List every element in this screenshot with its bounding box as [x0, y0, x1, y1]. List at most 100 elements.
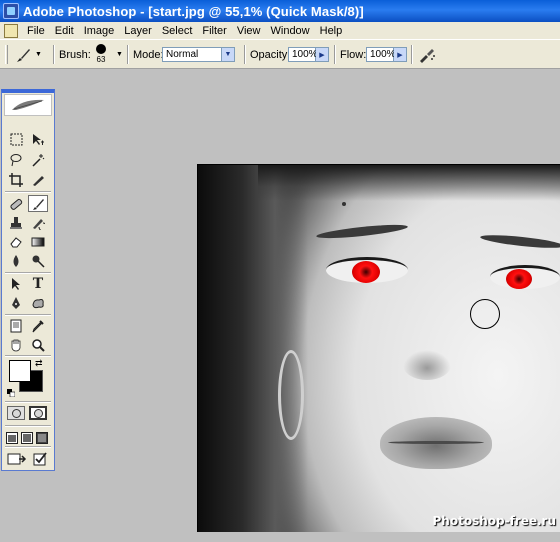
flow-label: Flow:: [340, 48, 367, 61]
eyedropper-tool-icon[interactable]: [28, 317, 48, 334]
full-screen-menu-mode-icon[interactable]: [20, 429, 34, 446]
watermark: Photoshop-free.ru: [432, 514, 557, 528]
brush-size: 63: [96, 55, 106, 64]
menu-view[interactable]: View: [232, 25, 266, 37]
photo-right-eyebrow: [479, 232, 560, 251]
feather-icon: [12, 99, 44, 110]
menu-select[interactable]: Select: [157, 25, 198, 37]
separator: [127, 45, 129, 64]
title-bar: Adobe Photoshop - [start.jpg @ 55,1% (Qu…: [0, 0, 560, 22]
zoom-tool-icon[interactable]: [28, 336, 48, 353]
mode-select[interactable]: Normal ▼: [162, 40, 235, 69]
red-iris-left: [352, 261, 380, 283]
type-tool-icon[interactable]: T: [28, 275, 48, 292]
flow-value[interactable]: 100%: [366, 47, 396, 62]
history-brush-tool-icon[interactable]: [28, 214, 48, 231]
options-bar-grip[interactable]: [5, 45, 8, 64]
window-title: Adobe Photoshop - [start.jpg @ 55,1% (Qu…: [23, 3, 364, 19]
photo-mole: [342, 202, 346, 206]
document-icon[interactable]: [4, 23, 18, 38]
chevron-right-icon[interactable]: ▶: [316, 47, 329, 62]
magic-wand-tool-icon[interactable]: [28, 151, 48, 168]
toolbox-separator: [5, 355, 51, 357]
separator: [334, 45, 336, 64]
hand-tool-icon[interactable]: [6, 336, 26, 353]
menu-window[interactable]: Window: [266, 25, 315, 37]
foreground-color-swatch[interactable]: [9, 360, 31, 382]
brush-picker-arrow[interactable]: ▼: [114, 40, 123, 69]
menu-image[interactable]: Image: [79, 25, 120, 37]
brush-preset-picker[interactable]: 63: [92, 43, 110, 67]
toolbox-separator: [5, 446, 51, 448]
clone-stamp-tool-icon[interactable]: [6, 214, 26, 231]
toolbox-separator: [5, 272, 51, 274]
brush-cursor: [470, 299, 500, 329]
menu-edit[interactable]: Edit: [50, 25, 79, 37]
standard-screen-mode-icon[interactable]: [5, 429, 19, 446]
opacity-value[interactable]: 100%: [288, 47, 318, 62]
standard-mode-button[interactable]: [7, 406, 25, 420]
move-tool-icon[interactable]: [28, 131, 48, 148]
chevron-down-icon: ▼: [35, 51, 42, 58]
brush-tip-icon: [96, 44, 106, 54]
mode-label: Mode:: [133, 48, 164, 61]
menu-help[interactable]: Help: [315, 25, 348, 37]
adobe-online-button[interactable]: [4, 94, 52, 116]
crop-tool-icon[interactable]: [6, 171, 26, 188]
photo-hair-top: [258, 165, 560, 201]
pen-tool-icon[interactable]: [6, 294, 26, 311]
photo-hair-left: [198, 165, 308, 532]
lasso-tool-icon[interactable]: [6, 151, 26, 168]
photo-left-eye: [326, 257, 408, 283]
separator: [53, 45, 55, 64]
eraser-tool-icon[interactable]: [6, 233, 26, 250]
separator: [244, 45, 246, 64]
dodge-tool-icon[interactable]: [28, 252, 48, 269]
standard-mode-icon: [11, 408, 21, 418]
photo-right-eye: [490, 265, 560, 289]
toolbox-separator: [5, 191, 51, 193]
photo-left-eyebrow: [315, 222, 409, 241]
photo-lip-line: [388, 441, 484, 444]
toolbox-separator: [5, 401, 51, 403]
photo-earring: [278, 350, 304, 440]
toolbox-separator: [5, 314, 51, 316]
photo-nose: [403, 350, 451, 380]
menu-bar: File Edit Image Layer Select Filter View…: [0, 22, 560, 39]
menu-layer[interactable]: Layer: [119, 25, 157, 37]
gradient-tool-icon[interactable]: [28, 233, 48, 250]
opacity-field[interactable]: 100% ▶: [288, 40, 329, 69]
default-colors-icon[interactable]: [7, 388, 16, 398]
quick-mask-mode-button[interactable]: [29, 406, 47, 420]
separator: [411, 45, 413, 64]
blur-tool-icon[interactable]: [6, 252, 26, 269]
tool-preset-picker[interactable]: ▼: [13, 40, 49, 69]
menu-file[interactable]: File: [22, 25, 50, 37]
jump-to-imageready-icon[interactable]: [6, 450, 28, 467]
imageready-checkbox-icon[interactable]: [30, 450, 50, 467]
chevron-down-icon: ▼: [222, 47, 235, 62]
document-canvas[interactable]: Photoshop-free.ru: [197, 164, 560, 532]
notes-tool-icon[interactable]: [6, 317, 26, 334]
quick-mask-icon: [33, 408, 43, 418]
chevron-down-icon: ▼: [116, 51, 123, 58]
custom-shape-tool-icon[interactable]: [28, 294, 48, 311]
photoshop-app-icon[interactable]: [3, 3, 19, 19]
menu-filter[interactable]: Filter: [197, 25, 231, 37]
full-screen-mode-icon[interactable]: [35, 429, 49, 446]
slice-tool-icon[interactable]: [28, 171, 48, 188]
swap-colors-icon[interactable]: ⇄: [35, 358, 43, 369]
options-bar: ▼ Brush: 63 ▼ Mode: Normal ▼ Opacity: 10…: [0, 39, 560, 69]
airbrush-button[interactable]: [417, 40, 437, 69]
chevron-right-icon[interactable]: ▶: [394, 47, 407, 62]
flow-field[interactable]: 100% ▶: [366, 40, 407, 69]
brush-label: Brush:: [59, 48, 91, 61]
path-selection-tool-icon[interactable]: [6, 275, 26, 292]
brush-icon: [17, 48, 30, 62]
mode-select-value: Normal: [162, 47, 222, 62]
airbrush-icon: [420, 48, 435, 63]
healing-brush-tool-icon[interactable]: [6, 195, 26, 212]
marquee-tool-icon[interactable]: [6, 131, 26, 148]
brush-tool-icon[interactable]: [28, 195, 48, 212]
toolbox-separator: [5, 425, 51, 427]
